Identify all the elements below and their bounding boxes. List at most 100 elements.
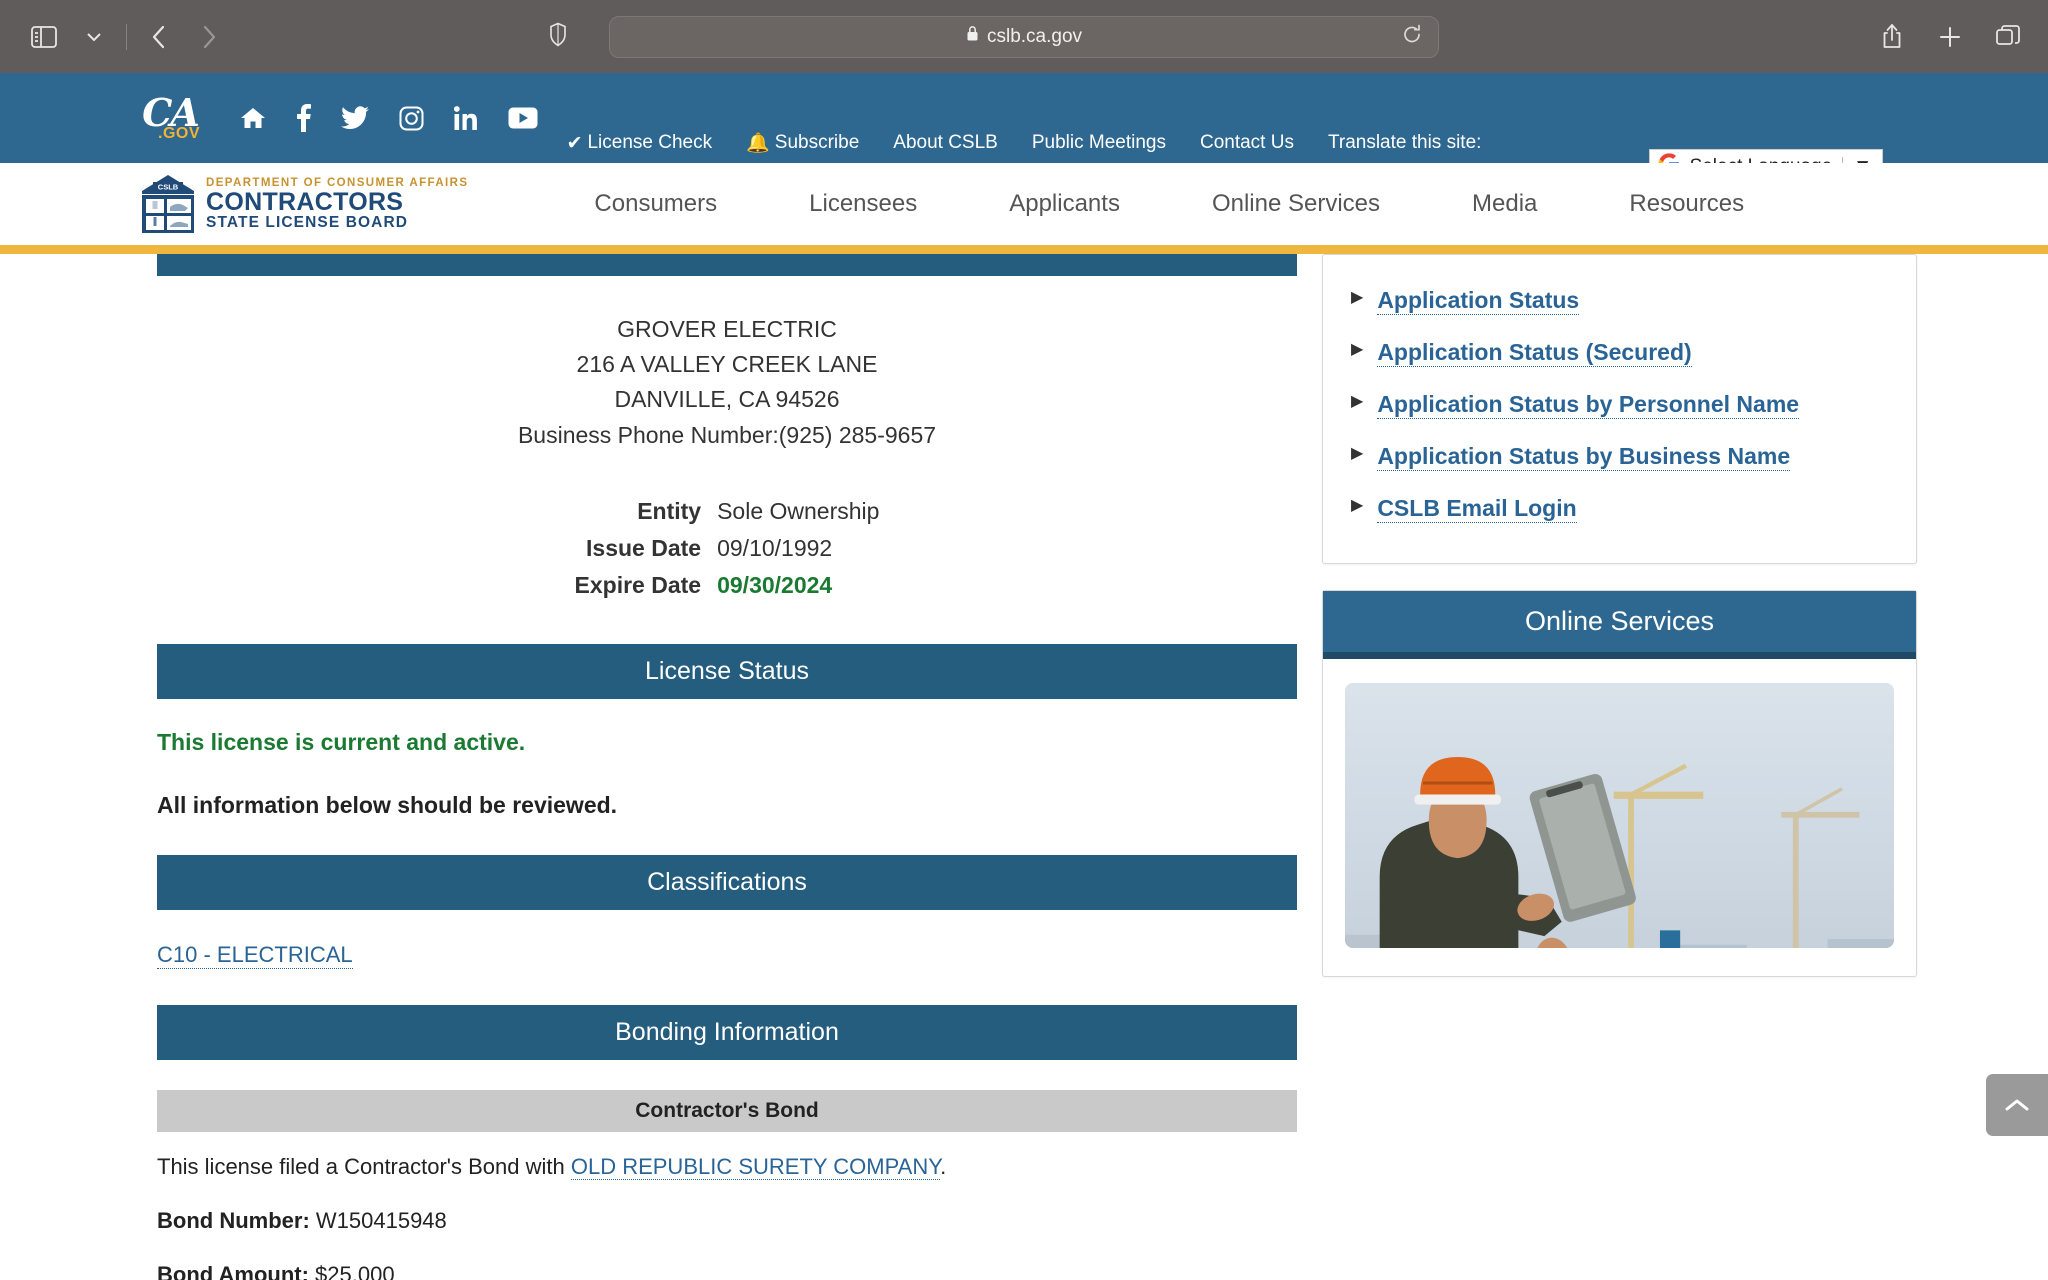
nav-media[interactable]: Media	[1426, 190, 1583, 218]
nav-subscribe-label: Subscribe	[774, 132, 860, 153]
bell-icon: 🔔	[746, 133, 770, 154]
triangle-bullet-icon: ▶	[1351, 289, 1364, 306]
nav-licensees[interactable]: Licensees	[763, 190, 963, 218]
cslb-logo-text: DEPARTMENT OF CONSUMER AFFAIRS CONTRACTO…	[206, 177, 468, 231]
chevron-up-icon	[2005, 1099, 2029, 1111]
sidebar-links-card: ▶ Application Status ▶ Application Statu…	[1322, 254, 1917, 564]
table-row: Issue Date 09/10/1992	[575, 530, 880, 567]
youtube-icon[interactable]	[508, 107, 538, 129]
nav-applicants[interactable]: Applicants	[963, 190, 1166, 218]
business-name: GROVER ELECTRIC	[617, 316, 837, 342]
contractors-bond-subheading: Contractor's Bond	[157, 1089, 1297, 1132]
online-services-card: Online Services	[1322, 590, 1917, 977]
business-address: 216 A VALLEY CREEK LANE	[576, 351, 878, 378]
nav-license-check[interactable]: ✔ License Check	[567, 132, 713, 155]
sidebar-item-cslb-email-login[interactable]: CSLB Email Login	[1377, 495, 1577, 523]
social-links	[240, 104, 538, 132]
instagram-icon[interactable]	[399, 106, 424, 131]
tab-overview-icon[interactable]	[1986, 15, 2030, 59]
facebook-icon[interactable]	[296, 104, 312, 132]
nav-license-check-label: License Check	[587, 132, 713, 153]
forward-arrow-icon[interactable]	[187, 15, 231, 59]
nav-consumers[interactable]: Consumers	[548, 190, 763, 218]
chevron-down-icon[interactable]	[72, 15, 116, 59]
url-display: cslb.ca.gov	[966, 25, 1082, 48]
home-icon[interactable]	[240, 106, 266, 130]
cslb-title-line2: STATE LICENSE BOARD	[206, 213, 409, 231]
table-row: Expire Date 09/30/2024	[575, 567, 880, 604]
back-arrow-icon[interactable]	[137, 15, 181, 59]
linkedin-icon[interactable]	[454, 106, 478, 130]
address-bar-container: cslb.ca.gov	[550, 15, 1439, 58]
page-content: GROVER ELECTRIC 216 A VALLEY CREEK LANE …	[0, 254, 2048, 1280]
nav-public-meetings[interactable]: Public Meetings	[1032, 132, 1166, 154]
twitter-icon[interactable]	[341, 106, 370, 130]
reload-icon[interactable]	[1402, 23, 1422, 50]
cslb-logo[interactable]: CSLB DEPARTMENT OF CONSUMER AFFAIRS CONT…	[140, 174, 468, 234]
classifications-heading: Classifications	[157, 854, 1297, 910]
nav-subscribe[interactable]: 🔔 Subscribe	[746, 131, 859, 155]
business-phone: Business Phone Number:(925) 285-9657	[517, 421, 937, 448]
cslb-house-icon: CSLB	[142, 175, 194, 233]
online-services-heading: Online Services	[1323, 591, 1916, 659]
back-to-top-button[interactable]	[1986, 1074, 2048, 1136]
bond-intro-prefix: This license filed a Contractor's Bond w…	[157, 1153, 571, 1179]
cslb-title-line1: CONTRACTORS	[206, 187, 404, 216]
triangle-bullet-icon: ▶	[1351, 497, 1364, 514]
share-icon[interactable]	[1870, 15, 1914, 59]
list-item[interactable]: ▶ Application Status by Business Name	[1323, 431, 1916, 483]
expire-date-value: 09/30/2024	[717, 571, 833, 598]
bond-amount-label: Bond Amount:	[157, 1261, 309, 1280]
license-fields-table: Entity Sole Ownership Issue Date 09/10/1…	[575, 493, 880, 604]
triangle-bullet-icon: ▶	[1351, 445, 1364, 462]
toolbar-divider	[126, 23, 127, 50]
sidebar: ▶ Application Status ▶ Application Statu…	[1322, 254, 1917, 1280]
translate-label: Translate this site:	[1327, 132, 1482, 153]
clipped-section-header	[157, 254, 1297, 276]
gold-accent-bar	[0, 245, 2048, 254]
nav-resources[interactable]: Resources	[1583, 190, 1790, 218]
triangle-bullet-icon: ▶	[1351, 393, 1364, 410]
construction-worker-with-tablet-photo	[1345, 683, 1894, 948]
browser-nav-controls	[22, 15, 231, 59]
sidebar-links-list: ▶ Application Status ▶ Application Statu…	[1323, 275, 1916, 535]
ca-gov-header: CA .GOV ✔ License Check 🔔 Subscribe Abou…	[0, 73, 2048, 225]
nav-contact-us[interactable]: Contact Us	[1200, 132, 1294, 154]
triangle-bullet-icon: ▶	[1351, 341, 1364, 358]
bond-amount-row: Bond Amount: $25,000	[157, 1262, 1297, 1280]
business-info-block: GROVER ELECTRIC 216 A VALLEY CREEK LANE …	[157, 306, 1297, 453]
bond-intro-line: This license filed a Contractor's Bond w…	[157, 1153, 1297, 1180]
plus-icon[interactable]	[1928, 15, 1972, 59]
list-item[interactable]: ▶ Application Status	[1323, 275, 1916, 327]
bonding-information-heading: Bonding Information	[157, 1004, 1297, 1060]
issue-date-value: 09/10/1992	[717, 534, 833, 561]
bond-number-value: W150415948	[315, 1207, 447, 1233]
check-icon: ✔	[566, 132, 583, 154]
address-bar[interactable]: cslb.ca.gov	[609, 15, 1439, 58]
classification-link-c10[interactable]: C10 - ELECTRICAL	[157, 942, 353, 969]
surety-company-link[interactable]: OLD REPUBLIC SURETY COMPANY	[570, 1153, 941, 1180]
sidebar-item-application-status[interactable]: Application Status	[1377, 287, 1580, 315]
list-item[interactable]: ▶ CSLB Email Login	[1323, 483, 1916, 535]
nav-online-services[interactable]: Online Services	[1166, 190, 1426, 218]
bond-intro-suffix: .	[940, 1153, 947, 1179]
nav-about-cslb[interactable]: About CSLB	[893, 132, 998, 154]
sidebar-item-application-status-secured[interactable]: Application Status (Secured)	[1377, 339, 1692, 367]
entity-value: Sole Ownership	[717, 497, 880, 524]
status-badge: This license is current and active.	[157, 728, 526, 755]
sidebar-item-application-status-personnel[interactable]: Application Status by Personnel Name	[1377, 391, 1800, 419]
sidebar-item-application-status-business[interactable]: Application Status by Business Name	[1377, 443, 1791, 471]
browser-toolbar: cslb.ca.gov	[0, 0, 2048, 73]
bond-number-label: Bond Number:	[157, 1207, 310, 1233]
list-item[interactable]: ▶ Application Status (Secured)	[1323, 327, 1916, 379]
content-wrapper: GROVER ELECTRIC 216 A VALLEY CREEK LANE …	[0, 254, 2048, 1280]
online-services-body	[1323, 659, 1916, 976]
license-status-heading: License Status	[157, 643, 1297, 699]
main-navigation: Consumers Licensees Applicants Online Se…	[548, 190, 1790, 218]
privacy-shield-icon[interactable]	[549, 22, 567, 51]
sidebar-toggle-icon[interactable]	[22, 15, 66, 59]
table-row: Entity Sole Ownership	[575, 493, 880, 530]
expire-date-label: Expire Date	[574, 571, 702, 598]
list-item[interactable]: ▶ Application Status by Personnel Name	[1323, 379, 1916, 431]
bond-number-row: Bond Number: W150415948	[157, 1208, 1297, 1234]
